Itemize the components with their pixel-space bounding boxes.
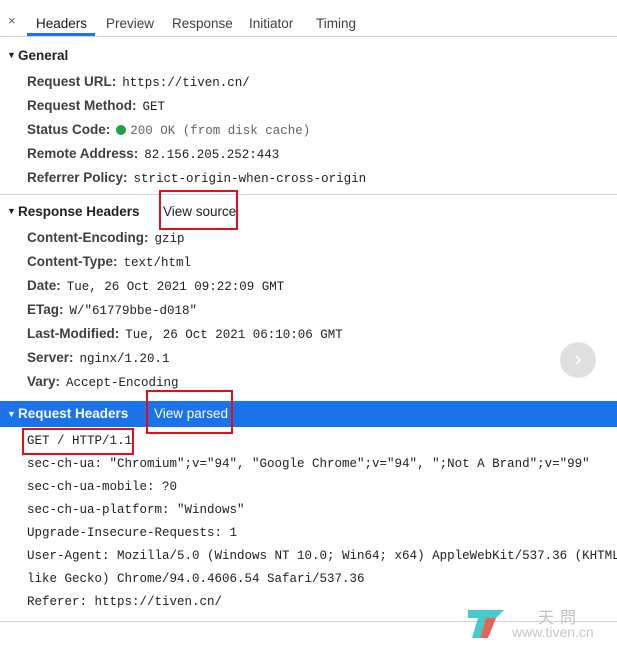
response-headers-title: Response Headers: [18, 204, 140, 219]
request-headers-section-header[interactable]: ▼ Request Headers View parsed: [0, 401, 617, 427]
status-ok-icon: [116, 125, 127, 135]
header-key: Vary:: [27, 374, 61, 389]
status-code-value: 200 OK (from disk cache): [130, 124, 311, 138]
general-row: Referrer Policy: strict-origin-when-cross…: [27, 170, 366, 186]
general-section-header[interactable]: ▼ General: [0, 43, 617, 69]
response-header-row: Date: Tue, 26 Oct 2021 09:22:09 GMT: [27, 278, 284, 294]
header-value: Accept-Encoding: [66, 376, 179, 390]
raw-header-line: Referer: https://tiven.cn/: [27, 595, 223, 609]
expand-triangle-icon: ▼: [7, 409, 16, 419]
header-value: gzip: [154, 232, 185, 246]
active-tab-indicator: [27, 33, 95, 36]
close-icon[interactable]: ×: [8, 13, 16, 28]
highlight-box: [22, 428, 134, 455]
header-value: text/html: [123, 256, 192, 270]
response-header-row: Content-Type: text/html: [27, 254, 191, 270]
header-key: Referrer Policy:: [27, 170, 128, 185]
header-key: Status Code:: [27, 122, 111, 137]
header-key: Content-Encoding:: [27, 230, 149, 245]
watermark-logo-icon: [468, 610, 504, 638]
header-value: nginx/1.20.1: [79, 352, 170, 366]
response-headers-section-header[interactable]: ▼ Response Headers: [0, 199, 617, 225]
tab-headers[interactable]: Headers: [36, 16, 87, 31]
tab-response[interactable]: Response: [172, 16, 233, 31]
response-header-row: ETag: W/"61779bbe-d018": [27, 302, 197, 318]
header-key: Last-Modified:: [27, 326, 120, 341]
raw-header-line: sec-ch-ua-mobile: ?0: [27, 480, 178, 494]
header-value: strict-origin-when-cross-origin: [133, 172, 367, 186]
divider: [0, 621, 617, 622]
tab-bar: × Headers Preview Response Initiator Tim…: [0, 0, 617, 37]
response-header-row: Server: nginx/1.20.1: [27, 350, 170, 366]
highlight-box: [159, 190, 238, 230]
general-row: Request URL: https://tiven.cn/: [27, 74, 250, 90]
tab-preview[interactable]: Preview: [106, 16, 154, 31]
chevron-right-icon[interactable]: ›: [560, 342, 596, 378]
expand-triangle-icon: ▼: [7, 50, 16, 60]
highlight-box: [146, 390, 233, 434]
tab-initiator[interactable]: Initiator: [249, 16, 293, 31]
response-header-row: Content-Encoding: gzip: [27, 230, 185, 246]
header-value: W/"61779bbe-d018": [69, 304, 198, 318]
divider: [0, 194, 617, 195]
header-key: Content-Type:: [27, 254, 118, 269]
raw-header-line: User-Agent: Mozilla/5.0 (Windows NT 10.0…: [27, 549, 617, 563]
header-value: 82.156.205.252:443: [144, 148, 280, 162]
raw-header-line: Upgrade-Insecure-Requests: 1: [27, 526, 238, 540]
header-value: Tue, 26 Oct 2021 09:22:09 GMT: [66, 280, 285, 294]
header-value: GET: [142, 100, 166, 114]
header-key: Date:: [27, 278, 61, 293]
request-headers-title: Request Headers: [18, 406, 129, 421]
header-key: Remote Address:: [27, 146, 139, 161]
watermark-url: www.tiven.cn: [512, 624, 594, 640]
header-key: ETag:: [27, 302, 64, 317]
response-header-row: Vary: Accept-Encoding: [27, 374, 179, 390]
raw-header-line: sec-ch-ua: "Chromium";v="94", "Google Ch…: [27, 457, 590, 471]
header-value: https://tiven.cn/: [122, 76, 250, 90]
general-row: Status Code: 200 OK (from disk cache): [27, 122, 310, 138]
general-row: Request Method: GET: [27, 98, 165, 114]
tab-timing[interactable]: Timing: [316, 16, 356, 31]
header-key: Server:: [27, 350, 74, 365]
header-key: Request Method:: [27, 98, 137, 113]
raw-header-line: sec-ch-ua-platform: "Windows": [27, 503, 245, 517]
general-title: General: [18, 48, 69, 63]
header-value: Tue, 26 Oct 2021 06:10:06 GMT: [125, 328, 343, 342]
response-header-row: Last-Modified: Tue, 26 Oct 2021 06:10:06 …: [27, 326, 343, 342]
general-row: Remote Address: 82.156.205.252:443: [27, 146, 279, 162]
expand-triangle-icon: ▼: [7, 206, 16, 216]
raw-header-line: like Gecko) Chrome/94.0.4606.54 Safari/5…: [27, 572, 365, 586]
header-key: Request URL:: [27, 74, 117, 89]
